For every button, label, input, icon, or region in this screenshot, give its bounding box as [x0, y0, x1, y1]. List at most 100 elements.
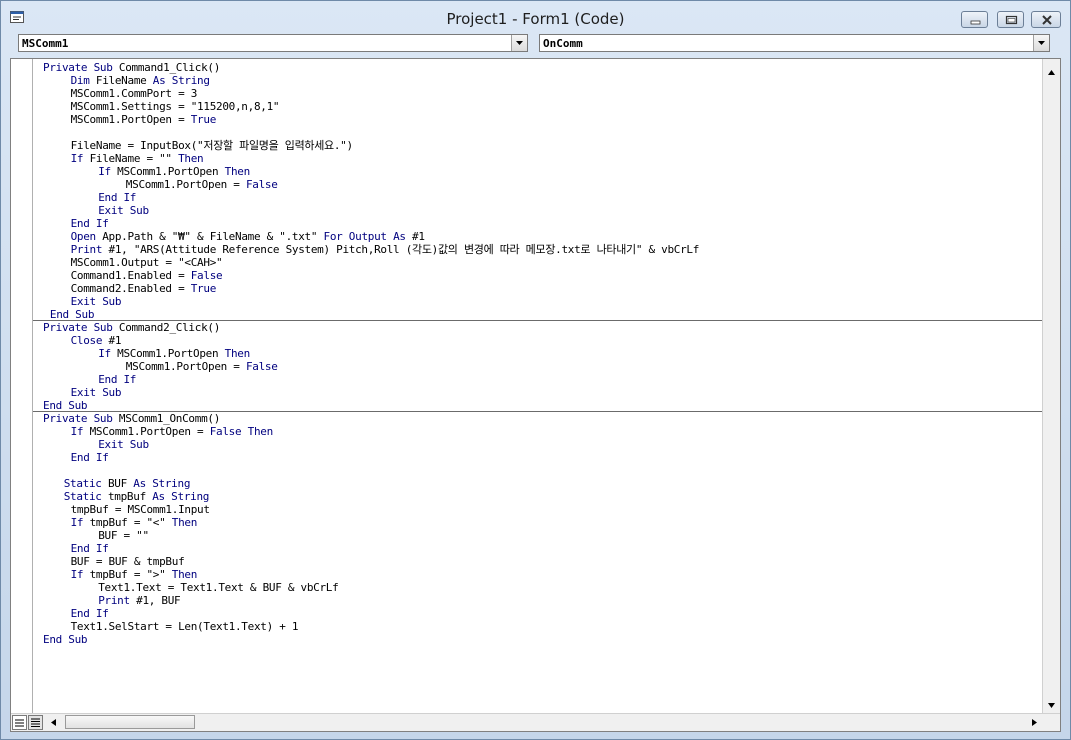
code-line[interactable]: Print #1, BUF: [98, 594, 181, 607]
code-line[interactable]: End If: [71, 542, 109, 555]
code-line[interactable]: Exit Sub: [98, 438, 149, 451]
code-keyword: False Then: [209, 425, 274, 438]
code-line[interactable]: Print #1, "ARS(Attitude Reference System…: [71, 243, 700, 256]
title-bar[interactable]: Project1 - Form1 (Code): [1, 1, 1070, 33]
code-line[interactable]: If MSComm1.PortOpen = False Then: [71, 425, 274, 438]
code-line[interactable]: If FileName = "" Then: [71, 152, 204, 165]
code-text: MSComm1.PortOpen =: [125, 360, 246, 373]
code-text: #1: [412, 230, 425, 243]
object-combobox-dropdown-button[interactable]: [511, 35, 527, 51]
code-line[interactable]: Command2.Enabled = True: [70, 282, 217, 295]
code-text: tmpBuf: [107, 490, 153, 503]
code-text: Command1_Click(): [118, 61, 221, 74]
code-line[interactable]: BUF = BUF & tmpBuf: [71, 555, 185, 568]
scroll-left-button[interactable]: [45, 714, 62, 731]
code-keyword: If: [70, 152, 90, 165]
code-line[interactable]: Close #1: [71, 334, 122, 347]
code-text: MSComm1.PortOpen: [117, 165, 225, 178]
code-keyword: Dim: [70, 74, 96, 87]
code-line[interactable]: If MSComm1.PortOpen Then: [98, 347, 250, 360]
code-keyword: Exit Sub: [98, 204, 149, 217]
code-line[interactable]: MSComm1.PortOpen = False: [126, 360, 278, 373]
scroll-down-button[interactable]: [1043, 697, 1060, 714]
code-line[interactable]: MSComm1.PortOpen = True: [71, 113, 217, 126]
vertical-scrollbar[interactable]: [1042, 59, 1060, 714]
horizontal-scroll-thumb[interactable]: [65, 715, 195, 729]
full-module-view-button[interactable]: [28, 715, 43, 730]
code-line[interactable]: MSComm1.Output = "<CAH>": [71, 256, 223, 269]
code-line[interactable]: MSComm1.PortOpen = False: [126, 178, 278, 191]
code-keyword: End If: [98, 191, 137, 204]
code-line[interactable]: Exit Sub: [98, 204, 149, 217]
code-line[interactable]: End If: [98, 191, 136, 204]
arrow-right-icon: [1032, 719, 1037, 726]
arrow-left-icon: [51, 719, 56, 726]
code-keyword: Then: [171, 516, 198, 529]
code-window: Project1 - Form1 (Code) MSComm1 OnComm P…: [0, 0, 1071, 740]
code-line[interactable]: Dim FileName As String: [71, 74, 210, 87]
code-line[interactable]: If MSComm1.PortOpen Then: [98, 165, 250, 178]
horizontal-scrollbar[interactable]: [11, 713, 1060, 731]
code-line[interactable]: MSComm1.Settings = "115200,n,8,1": [71, 100, 280, 113]
code-text-area[interactable]: Private Sub Command1_Click() Dim FileName…: [33, 59, 1044, 714]
code-keyword: As String: [152, 490, 210, 503]
code-line[interactable]: MSComm1.CommPort = 3: [70, 87, 198, 100]
chevron-down-icon: [1038, 41, 1045, 45]
code-editor[interactable]: Private Sub Command1_Click() Dim FileName…: [10, 58, 1061, 732]
chevron-down-icon: [516, 41, 523, 45]
code-text: FileName = InputBox("저장할 파일명을 입력하세요."): [70, 139, 354, 152]
code-line[interactable]: Private Sub Command2_Click(): [43, 321, 220, 334]
code-text: tmpBuf = ">": [89, 568, 172, 581]
code-line[interactable]: Text1.Text = Text1.Text & BUF & vbCrLf: [98, 581, 339, 594]
code-line[interactable]: Private Sub Command1_Click(): [43, 61, 220, 74]
code-text: MSComm1.PortOpen: [117, 347, 225, 360]
procedure-combobox[interactable]: OnComm: [539, 34, 1050, 52]
code-line[interactable]: End If: [71, 607, 109, 620]
code-keyword: End If: [98, 373, 137, 386]
code-line[interactable]: End Sub: [43, 633, 88, 646]
code-text: FileName = "": [89, 152, 179, 165]
object-combobox[interactable]: MSComm1: [18, 34, 528, 52]
code-line[interactable]: Text1.SelStart = Len(Text1.Text) + 1: [71, 620, 299, 633]
code-line[interactable]: Exit Sub: [71, 386, 122, 399]
procedure-view-button[interactable]: [12, 715, 27, 730]
code-line[interactable]: Exit Sub: [71, 295, 122, 308]
code-line[interactable]: If tmpBuf = ">" Then: [71, 568, 198, 581]
code-line[interactable]: Command1.Enabled = False: [71, 269, 223, 282]
code-keyword: End Sub: [43, 633, 88, 646]
code-line[interactable]: BUF = "": [98, 529, 149, 542]
code-line[interactable]: Open App.Path & "₩" & FileName & ".txt" …: [71, 230, 425, 243]
procedure-combobox-dropdown-button[interactable]: [1033, 35, 1049, 51]
code-line[interactable]: End If: [98, 373, 136, 386]
code-line[interactable]: tmpBuf = MSComm1.Input: [71, 503, 210, 516]
code-line[interactable]: If tmpBuf = "<" Then: [71, 516, 198, 529]
margin-indicator-bar[interactable]: [11, 59, 33, 714]
restore-button[interactable]: [997, 11, 1024, 28]
arrow-down-icon: [1048, 703, 1055, 708]
code-keyword: As String: [133, 477, 191, 490]
code-line[interactable]: End If: [71, 451, 109, 464]
code-keyword: False: [245, 360, 278, 373]
scroll-up-button[interactable]: [1043, 64, 1060, 81]
code-text: App.Path & "₩" & FileName & ".txt": [102, 230, 324, 243]
code-keyword: Open: [70, 230, 103, 243]
code-text: MSComm1.CommPort = 3: [70, 87, 198, 100]
code-keyword: Private Sub: [43, 412, 119, 425]
code-keyword: Exit Sub: [70, 295, 122, 308]
scroll-right-button[interactable]: [1026, 714, 1043, 731]
code-text: #1: [108, 334, 122, 347]
code-line[interactable]: End If: [71, 217, 109, 230]
code-text: Command2.Enabled =: [70, 282, 191, 295]
close-button[interactable]: [1031, 11, 1061, 28]
code-line[interactable]: Static tmpBuf As String: [63, 490, 210, 503]
code-keyword: Static: [63, 490, 108, 503]
code-keyword: Static: [63, 477, 108, 490]
code-text: Command1.Enabled =: [70, 269, 191, 282]
code-line[interactable]: FileName = InputBox("저장할 파일명을 입력하세요."): [70, 139, 354, 152]
code-line[interactable]: Private Sub MSComm1_OnComm(): [43, 412, 220, 425]
code-line[interactable]: Static BUF As String: [63, 477, 191, 490]
minimize-icon: [970, 20, 981, 25]
code-text: Command2_Click(): [118, 321, 221, 334]
minimize-button[interactable]: [961, 11, 988, 28]
code-keyword: False: [245, 178, 278, 191]
